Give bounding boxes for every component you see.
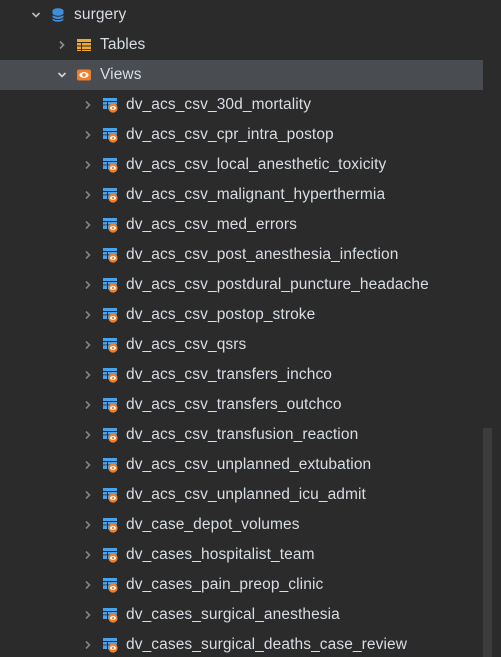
chevron-right-icon[interactable] [82,519,94,531]
view-icon [102,547,118,563]
tree-node-label: dv_acs_csv_cpr_intra_postop [126,126,334,143]
tree-node-view[interactable]: dv_acs_csv_unplanned_extubation [0,450,492,480]
tree-node-view[interactable]: dv_cases_pain_preop_clinic [0,570,492,600]
chevron-right-icon[interactable] [82,189,94,201]
tree-node-label: surgery [74,6,127,23]
view-icon [102,427,118,443]
tree-node-view[interactable]: dv_acs_csv_transfers_inchco [0,360,492,390]
view-icon [102,487,118,503]
chevron-right-icon[interactable] [82,219,94,231]
views-folder-icon [76,67,92,83]
tree-node-view[interactable]: dv_acs_csv_post_anesthesia_infection [0,240,492,270]
scrollbar-thumb[interactable] [483,428,492,657]
chevron-right-icon[interactable] [82,279,94,291]
view-icon [102,277,118,293]
tree-node-label: Views [100,66,142,83]
tree-node-label: dv_cases_surgical_deaths_case_review [126,636,408,653]
view-icon [102,577,118,593]
chevron-right-icon[interactable] [82,489,94,501]
chevron-right-icon[interactable] [82,159,94,171]
chevron-down-icon[interactable] [30,9,42,21]
tree-node-label: Tables [100,36,146,53]
database-icon [50,7,66,23]
table-icon [76,37,92,53]
tree-node-view[interactable]: dv_acs_csv_qsrs [0,330,492,360]
view-icon [102,157,118,173]
tree-node-view[interactable]: dv_acs_csv_postdural_puncture_headache [0,270,492,300]
tree-node-label: dv_acs_csv_transfusion_reaction [126,426,359,443]
view-icon [102,367,118,383]
chevron-right-icon[interactable] [82,609,94,621]
view-icon [102,217,118,233]
tree-node-label: dv_acs_csv_transfers_outchco [126,396,342,413]
chevron-right-icon[interactable] [82,369,94,381]
vertical-scrollbar[interactable] [483,0,492,657]
chevron-right-icon[interactable] [82,639,94,651]
tree-node-view[interactable]: dv_acs_csv_malignant_hyperthermia [0,180,492,210]
tree-node-view[interactable]: dv_cases_surgical_deaths_case_review [0,630,492,657]
view-icon [102,97,118,113]
view-icon [102,187,118,203]
tree-node-view[interactable]: dv_cases_hospitalist_team [0,540,492,570]
view-icon [102,607,118,623]
view-icon [102,127,118,143]
tree-node-view[interactable]: dv_acs_csv_transfers_outchco [0,390,492,420]
tree-node-label: dv_acs_csv_postdural_puncture_headache [126,276,429,293]
tree-node-label: dv_acs_csv_qsrs [126,336,247,353]
view-icon [102,457,118,473]
chevron-right-icon[interactable] [82,99,94,111]
tree-node-label: dv_acs_csv_local_anesthetic_toxicity [126,156,387,173]
tree-node-label: dv_acs_csv_post_anesthesia_infection [126,246,399,263]
database-navigator-tree: surgery Tables Views dv_acs_csv_30d_mort… [0,0,492,657]
view-icon [102,247,118,263]
views-children: dv_acs_csv_30d_mortality dv_acs_csv_cpr_i… [0,90,492,657]
tree-node-label: dv_cases_hospitalist_team [126,546,315,563]
view-icon [102,517,118,533]
view-icon [102,337,118,353]
tree-node-view[interactable]: dv_case_depot_volumes [0,510,492,540]
chevron-right-icon[interactable] [82,549,94,561]
tree-node-label: dv_cases_surgical_anesthesia [126,606,340,623]
tree-node-label: dv_acs_csv_30d_mortality [126,96,312,113]
tree-node-label: dv_acs_csv_unplanned_extubation [126,456,372,473]
chevron-right-icon[interactable] [82,129,94,141]
view-icon [102,397,118,413]
tree-node-tables[interactable]: Tables [0,30,492,60]
chevron-right-icon[interactable] [82,309,94,321]
tree-node-label: dv_acs_csv_med_errors [126,216,297,233]
chevron-right-icon[interactable] [82,579,94,591]
tree-node-label: dv_cases_pain_preop_clinic [126,576,324,593]
tree-node-view[interactable]: dv_cases_surgical_anesthesia [0,600,492,630]
tree-node-database[interactable]: surgery [0,0,492,30]
chevron-right-icon[interactable] [82,249,94,261]
view-icon [102,307,118,323]
tree-node-views[interactable]: Views [0,60,492,90]
chevron-right-icon[interactable] [82,459,94,471]
chevron-down-icon[interactable] [56,69,68,81]
chevron-right-icon[interactable] [82,399,94,411]
tree-node-view[interactable]: dv_acs_csv_postop_stroke [0,300,492,330]
tree-node-view[interactable]: dv_acs_csv_local_anesthetic_toxicity [0,150,492,180]
tree-node-label: dv_case_depot_volumes [126,516,300,533]
view-icon [102,637,118,653]
tree-node-view[interactable]: dv_acs_csv_30d_mortality [0,90,492,120]
tree-node-label: dv_acs_csv_transfers_inchco [126,366,333,383]
tree-node-view[interactable]: dv_acs_csv_med_errors [0,210,492,240]
tree-node-label: dv_acs_csv_postop_stroke [126,306,316,323]
chevron-right-icon[interactable] [56,39,68,51]
tree-node-view[interactable]: dv_acs_csv_cpr_intra_postop [0,120,492,150]
tree-node-view[interactable]: dv_acs_csv_transfusion_reaction [0,420,492,450]
tree-node-label: dv_acs_csv_unplanned_icu_admit [126,486,366,503]
chevron-right-icon[interactable] [82,429,94,441]
tree-node-view[interactable]: dv_acs_csv_unplanned_icu_admit [0,480,492,510]
tree-node-label: dv_acs_csv_malignant_hyperthermia [126,186,386,203]
chevron-right-icon[interactable] [82,339,94,351]
